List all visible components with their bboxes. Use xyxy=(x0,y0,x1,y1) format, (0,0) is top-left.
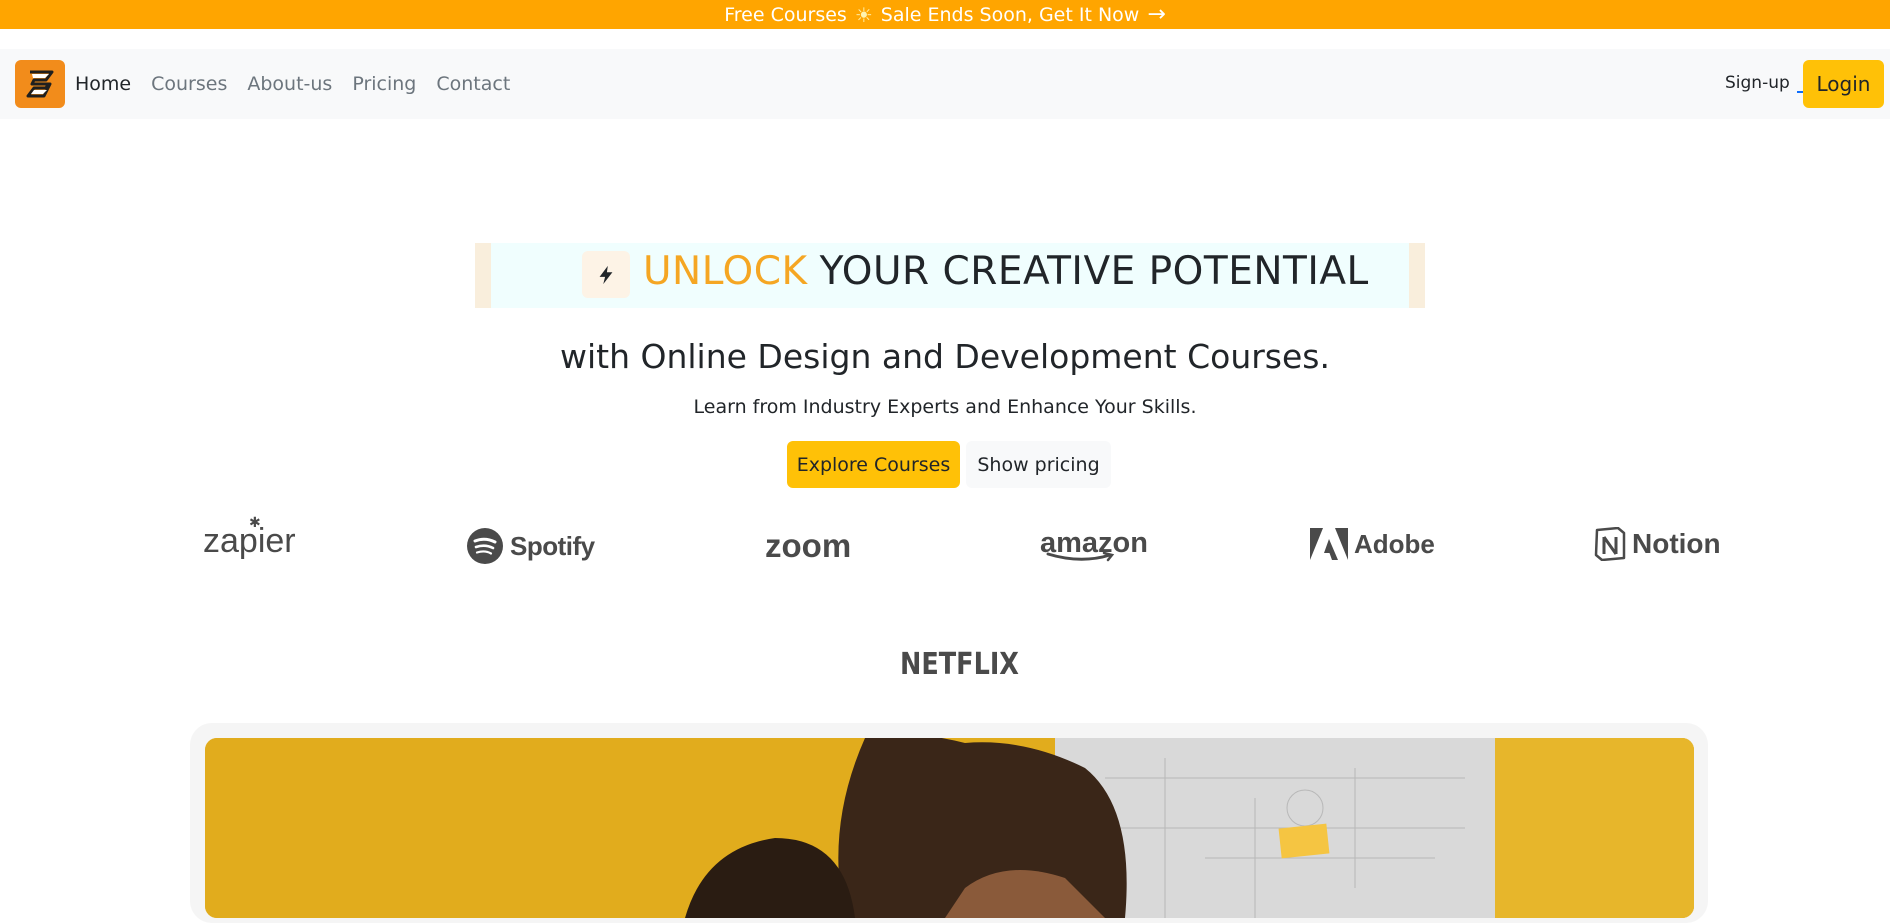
spotify-logo: Spotify xyxy=(466,527,595,565)
sun-icon: ☀ xyxy=(854,2,873,27)
nav-links: Home Courses About-us Pricing Contact xyxy=(75,49,520,119)
explore-courses-button[interactable]: Explore Courses xyxy=(787,441,960,488)
zapier-star-icon: ✱ xyxy=(249,514,261,530)
signup-link[interactable]: Sign-up xyxy=(1725,73,1790,93)
adobe-logo: Adobe xyxy=(1310,528,1435,560)
nav-link-courses[interactable]: Courses xyxy=(141,73,237,95)
hero-headline: UNLOCK YOUR CREATIVE POTENTIAL xyxy=(643,246,1369,296)
nav-link-about-us[interactable]: About-us xyxy=(237,73,342,95)
promo-text-sale: Sale Ends Soon, Get It Now xyxy=(880,3,1140,26)
adobe-icon xyxy=(1310,528,1348,560)
zoom-wordmark: zoom xyxy=(765,527,852,564)
spotify-icon xyxy=(467,528,503,564)
hero-photo-illustration xyxy=(205,738,1694,918)
hero-image xyxy=(205,738,1694,918)
brand-logo-icon[interactable] xyxy=(15,60,65,108)
promo-banner[interactable]: Free Courses ☀ Sale Ends Soon, Get It No… xyxy=(0,0,1890,29)
nav-link-pricing[interactable]: Pricing xyxy=(342,73,426,95)
notion-logo: Notion xyxy=(1594,527,1721,561)
show-pricing-button[interactable]: Show pricing xyxy=(966,441,1111,488)
arrow-right-icon: → xyxy=(1147,1,1166,27)
amazon-logo: amazon xyxy=(1040,527,1148,562)
nav-link-contact[interactable]: Contact xyxy=(426,73,520,95)
zapier-logo: ✱ zapier xyxy=(203,514,296,561)
login-button[interactable]: Login xyxy=(1803,60,1884,108)
promo-text-free: Free Courses xyxy=(724,3,847,26)
hero-tagline: Learn from Industry Experts and Enhance … xyxy=(693,396,1197,418)
netflix-logo: NETFLIX xyxy=(900,647,1019,682)
nav-link-home[interactable]: Home xyxy=(75,73,141,95)
netflix-wordmark: NETFLIX xyxy=(900,647,1019,682)
spotify-wordmark: Spotify xyxy=(510,530,595,561)
adobe-wordmark: Adobe xyxy=(1354,528,1435,559)
navbar: Home Courses About-us Pricing Contact Si… xyxy=(0,49,1890,119)
headline-highlight: UNLOCK xyxy=(643,248,808,294)
amazon-smile-icon xyxy=(1046,552,1115,562)
lightning-bolt-icon xyxy=(582,251,630,298)
headline-rest: YOUR CREATIVE POTENTIAL xyxy=(819,248,1369,294)
hero-subheadline: with Online Design and Development Cours… xyxy=(560,337,1330,376)
notion-icon xyxy=(1594,527,1626,561)
notion-wordmark: Notion xyxy=(1632,528,1721,559)
zoom-logo: zoom xyxy=(765,527,851,565)
